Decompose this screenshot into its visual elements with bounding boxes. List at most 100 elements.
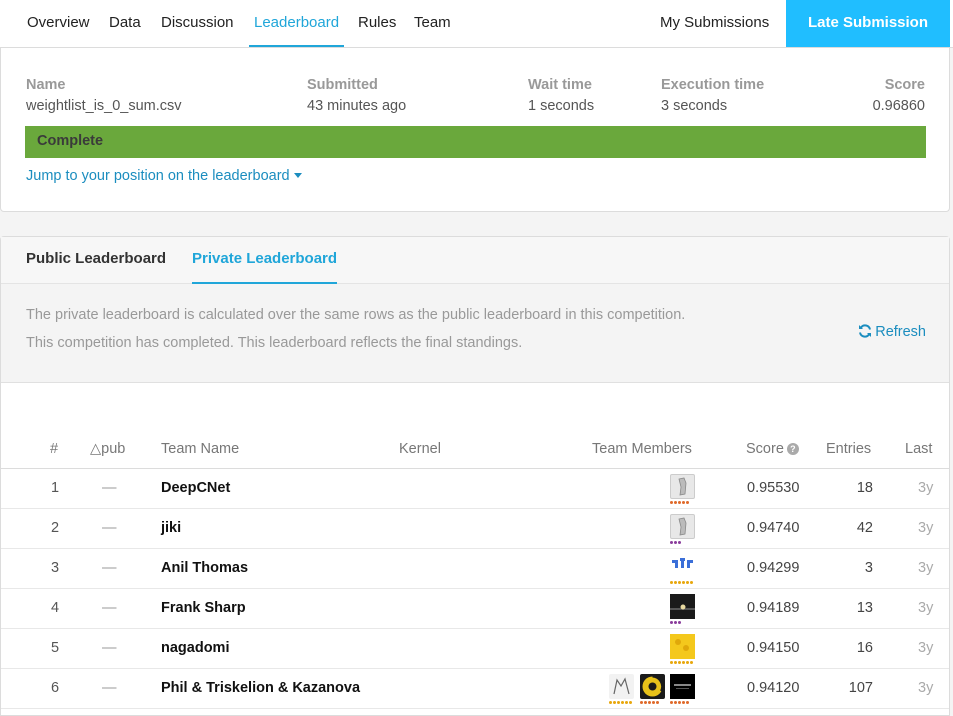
row-team-name[interactable]: Anil Thomas (161, 560, 248, 576)
avatar-image (613, 677, 630, 695)
name-value: weightlist_is_0_sum.csv (26, 98, 182, 114)
tab-team[interactable]: Team (414, 0, 451, 47)
top-nav: Overview Data Discussion Leaderboard Rul… (0, 0, 953, 48)
submission-exec: Execution time 3 seconds (661, 77, 764, 114)
row-rank: 4 (50, 600, 60, 616)
member-avatar[interactable] (670, 554, 695, 579)
exec-value: 3 seconds (661, 98, 728, 114)
row-score: 0.94189 (747, 600, 800, 616)
tier-dots (670, 501, 690, 505)
table-row[interactable]: 5 — nagadomi 0.94150 16 3y (1, 629, 949, 669)
row-entries: 107 (848, 680, 873, 696)
jump-link-label: Jump to your position on the leaderboard (26, 168, 290, 184)
row-delta: — (102, 640, 117, 656)
score-label: Score (884, 77, 925, 93)
tier-dots (609, 701, 633, 705)
row-last: 3y (918, 680, 934, 696)
tab-private-leaderboard[interactable]: Private Leaderboard (192, 237, 338, 284)
table-row[interactable]: 2 — jiki 0.94740 42 3y (1, 509, 949, 549)
row-last: 3y (918, 480, 934, 496)
tab-rules[interactable]: Rules (358, 0, 396, 47)
table-row[interactable]: 6 — Phil & Triskelion & Kazanova 0.94120… (1, 669, 949, 709)
col-score: Score? (746, 441, 799, 457)
tab-data[interactable]: Data (109, 0, 141, 47)
leaderboard-tabs: Public Leaderboard Private Leaderboard (1, 237, 949, 284)
member-avatar[interactable] (670, 634, 695, 659)
submission-name: Name weightlist_is_0_sum.csv (26, 77, 182, 114)
row-team-name[interactable]: Phil & Triskelion & Kazanova (161, 680, 360, 696)
row-entries: 13 (856, 600, 873, 616)
member-avatar[interactable] (640, 674, 665, 699)
wait-label: Wait time (528, 77, 592, 93)
tab-discussion[interactable]: Discussion (161, 0, 234, 47)
row-team-name[interactable]: Frank Sharp (161, 600, 246, 616)
col-team-members: Team Members (592, 441, 692, 457)
refresh-button[interactable]: Refresh (858, 324, 926, 340)
row-team-name[interactable]: nagadomi (161, 640, 229, 656)
row-last: 3y (918, 600, 934, 616)
leaderboard-info: The private leaderboard is calculated ov… (1, 284, 949, 383)
row-last: 3y (918, 560, 934, 576)
tab-overview[interactable]: Overview (27, 0, 90, 47)
tab-leaderboard[interactable]: Leaderboard (249, 0, 345, 47)
member-avatar[interactable] (609, 674, 634, 699)
row-delta: — (102, 520, 117, 536)
avatar-image (642, 675, 664, 697)
member-avatar[interactable] (670, 474, 695, 499)
table-header: # △pub Team Name Kernel Team Members Sco… (1, 437, 949, 469)
score-value: 0.96860 (872, 98, 925, 114)
col-pub-delta[interactable]: △pub (90, 441, 125, 457)
name-label: Name (26, 77, 66, 93)
tier-dots (670, 661, 694, 665)
exec-label: Execution time (661, 77, 765, 93)
row-score: 0.95530 (747, 480, 800, 496)
help-icon[interactable]: ? (786, 443, 799, 456)
refresh-label: Refresh (875, 324, 926, 340)
tier-dots (670, 621, 682, 625)
wait-value: 1 seconds (528, 98, 595, 114)
submission-card: Name weightlist_is_0_sum.csv Submitted 4… (0, 48, 950, 212)
member-avatar[interactable] (670, 594, 695, 619)
tier-dots (670, 701, 690, 705)
col-entries: Entries (826, 441, 872, 457)
row-rank: 6 (50, 680, 60, 696)
row-entries: 3 (864, 560, 873, 576)
submission-wait: Wait time 1 seconds (528, 77, 594, 114)
row-score: 0.94299 (747, 560, 800, 576)
row-entries: 42 (856, 520, 873, 536)
tab-public-leaderboard[interactable]: Public Leaderboard (26, 237, 166, 284)
member-avatar[interactable] (670, 514, 695, 539)
table-row[interactable]: 3 — Anil Thomas 0.94299 3 3y (1, 549, 949, 589)
row-entries: 18 (856, 480, 873, 496)
late-submission-button[interactable]: Late Submission (786, 0, 950, 47)
info-line-1: The private leaderboard is calculated ov… (26, 307, 686, 323)
col-kernel: Kernel (399, 441, 441, 457)
row-entries: 16 (856, 640, 873, 656)
avatar-image (672, 558, 693, 568)
submitted-label: Submitted (307, 77, 378, 93)
col-team-name: Team Name (161, 441, 240, 457)
row-score: 0.94120 (747, 680, 800, 696)
my-submissions-link[interactable]: My Submissions (660, 0, 769, 47)
row-rank: 1 (50, 480, 60, 496)
leaderboard-card: Public Leaderboard Private Leaderboard T… (0, 236, 950, 716)
info-line-2: This competition has completed. This lea… (26, 335, 523, 351)
row-team-name[interactable]: DeepCNet (161, 480, 230, 496)
tier-dots (640, 701, 660, 705)
status-complete-bar: Complete (25, 126, 926, 158)
row-team-name[interactable]: jiki (161, 520, 181, 536)
submission-score: Score 0.96860 (873, 77, 925, 114)
row-last: 3y (918, 520, 934, 536)
avatar-image (678, 477, 687, 496)
row-score: 0.94150 (747, 640, 800, 656)
avatar-image (670, 634, 695, 659)
jump-to-position-link[interactable]: Jump to your position on the leaderboard (26, 168, 302, 184)
table-row[interactable]: 4 — Frank Sharp 0.94189 13 3y (1, 589, 949, 629)
table-row[interactable]: 1 — DeepCNet 0.95530 18 3y (1, 469, 949, 509)
avatar-image (670, 594, 695, 619)
submitted-value: 43 minutes ago (307, 98, 407, 114)
row-delta: — (102, 480, 117, 496)
col-rank: # (50, 441, 59, 457)
member-avatar[interactable] (670, 674, 695, 699)
refresh-icon (859, 324, 872, 338)
